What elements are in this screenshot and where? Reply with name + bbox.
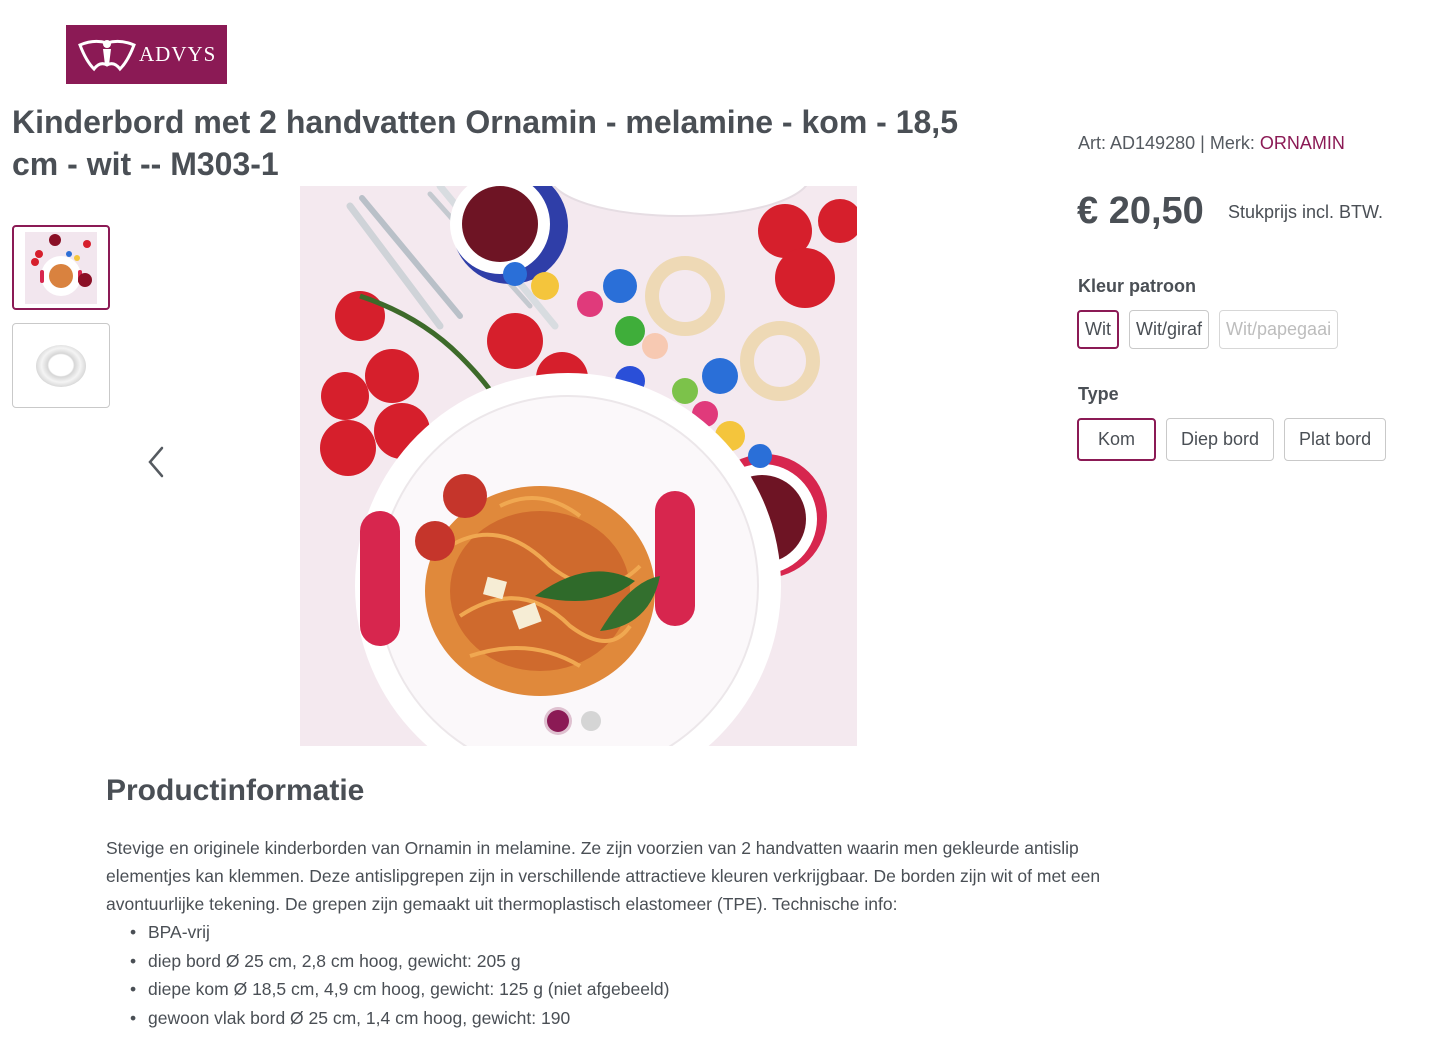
color-option-label: Kleur patroon xyxy=(1078,276,1197,296)
type-option-kom[interactable]: Kom xyxy=(1077,418,1156,461)
color-option-wit-giraf[interactable]: Wit/giraf xyxy=(1129,310,1210,349)
price-note: Stukprijs incl. BTW. xyxy=(1228,202,1384,222)
color-option-group: Wit Wit/giraf Wit/papegaai xyxy=(1077,310,1339,349)
main-product-image xyxy=(300,186,857,746)
brand-logo[interactable]: ADVYS xyxy=(66,25,227,84)
chevron-left-icon[interactable] xyxy=(143,445,169,479)
spec-item: gewoon vlak bord Ø 25 cm, 1,4 cm hoog, g… xyxy=(130,1004,669,1033)
meta-separator: | xyxy=(1200,133,1205,153)
product-title: Kinderbord met 2 handvatten Ornamin - me… xyxy=(12,104,958,182)
thumbnail-list xyxy=(12,225,110,421)
brand-link[interactable]: ORNAMIN xyxy=(1260,133,1345,153)
white-bowl-photo-icon xyxy=(36,344,86,387)
product-info-title: Productinformatie xyxy=(106,774,365,807)
plate-pasta-photo-icon xyxy=(300,186,857,746)
product-meta: Art: AD149280 | Merk: ORNAMIN xyxy=(1078,133,1345,154)
type-option-label: Type xyxy=(1078,384,1119,404)
logo-wordmark: ADVYS xyxy=(139,42,217,66)
type-option-diep-bord[interactable]: Diep bord xyxy=(1166,418,1275,461)
art-label: Art: xyxy=(1078,133,1107,153)
carousel-dot-1[interactable] xyxy=(547,710,569,732)
plate-pasta-photo-icon xyxy=(25,231,97,304)
spec-item: BPA-vrij xyxy=(130,918,669,947)
advys-logo-icon xyxy=(78,39,136,71)
color-option-wit[interactable]: Wit xyxy=(1077,310,1119,349)
spec-item: diep bord Ø 25 cm, 2,8 cm hoog, gewicht:… xyxy=(130,947,669,976)
type-option-plat-bord[interactable]: Plat bord xyxy=(1284,418,1387,461)
spec-item: diepe kom Ø 18,5 cm, 4,9 cm hoog, gewich… xyxy=(130,975,669,1004)
color-option-wit-papegaai[interactable]: Wit/papegaai xyxy=(1219,310,1339,349)
product-description: Stevige en originele kinderborden van Or… xyxy=(106,838,1101,914)
carousel-dots xyxy=(547,710,601,732)
thumbnail-2[interactable] xyxy=(12,323,110,408)
product-price: € 20,50 xyxy=(1077,190,1204,232)
spec-list: BPA-vrij diep bord Ø 25 cm, 2,8 cm hoog,… xyxy=(130,918,669,1032)
carousel-dot-2[interactable] xyxy=(581,711,601,731)
type-option-group: Kom Diep bord Plat bord xyxy=(1077,418,1387,461)
thumbnail-1[interactable] xyxy=(12,225,110,310)
brand-label: Merk: xyxy=(1209,133,1255,153)
art-number: AD149280 xyxy=(1110,133,1196,153)
